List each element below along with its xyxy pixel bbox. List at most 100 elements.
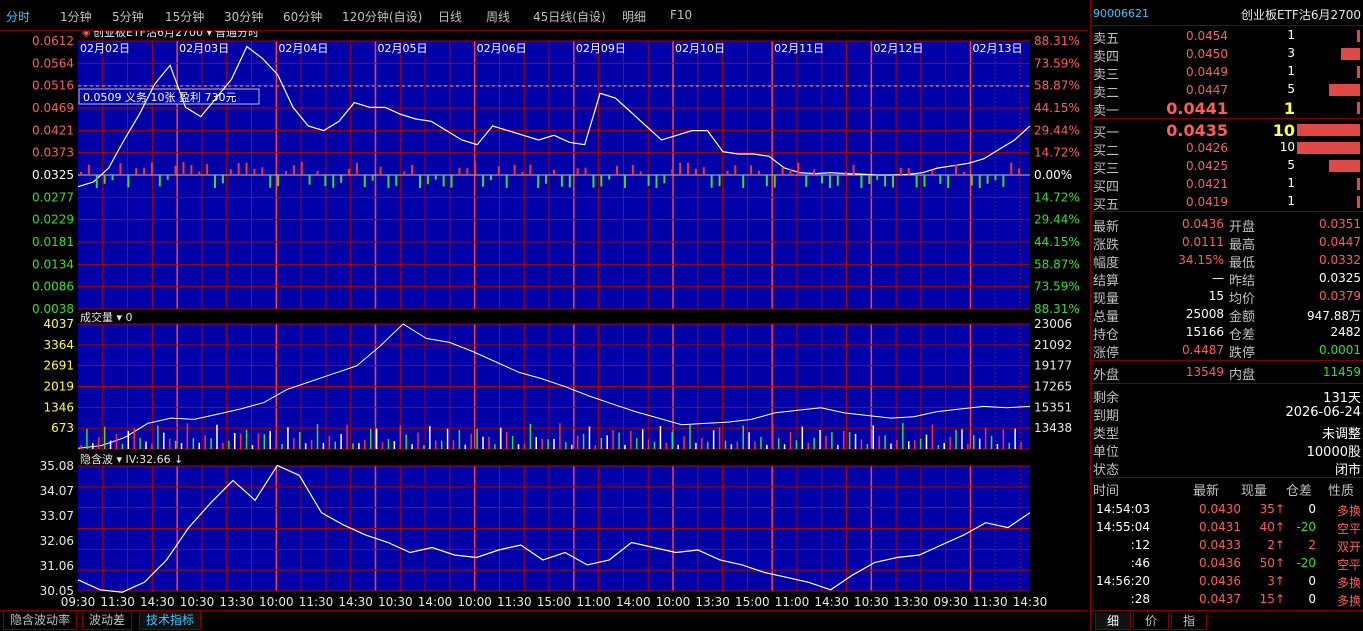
trade-oi-diff: 0 [1308,574,1316,588]
trade-oi-diff: 0 [1308,592,1316,606]
trade-row[interactable]: :46 0.0436 50↑ -20 空平 [1091,554,1363,573]
info-value: 2026-06-24 [1285,405,1361,420]
quote-value: 0.0379 [1319,289,1361,303]
date-label: 02月06日 [477,42,527,55]
price-tick: 0.0038 [32,302,74,316]
trade-list-header: 时间 最新 现量 仓差 性质 [1091,480,1363,499]
trade-oi-diff: 2 [1308,538,1316,552]
ask-row-1[interactable]: 卖一 0.0441 1 [1091,99,1363,119]
ask-row-2[interactable]: 卖二 0.0447 5 [1091,81,1363,101]
volume-tick: 2019 [43,380,74,394]
bid-volume: 1 [1287,176,1295,190]
trade-nature: 多换 [1336,576,1361,590]
period-tab-4[interactable]: 30分钟 [224,8,263,25]
ask-volume: 3 [1287,46,1295,60]
trade-header-cell: 现量 [1241,484,1268,499]
trade-nature: 双开 [1336,540,1361,554]
volume-tick: 673 [51,421,74,435]
period-tab-3[interactable]: 15分钟 [165,8,204,25]
time-tick: 10:30 [180,595,215,609]
period-tab-6[interactable]: 120分钟(自设) [342,8,422,25]
side-tab-1[interactable]: 价 [1133,613,1169,630]
trade-row[interactable]: :12 0.0433 2↑ 2 双开 [1091,536,1363,555]
ask-row-4[interactable]: 卖四 0.0450 3 [1091,45,1363,65]
trade-time: :12 [1130,538,1150,552]
quote-value: 34.15% [1178,253,1224,267]
bid-volume-bar [1356,196,1360,208]
side-tab-0[interactable]: 细 [1095,613,1131,630]
outer-label: 外盘 [1093,368,1120,383]
divider [1091,118,1363,119]
price-tick: 0.0277 [32,190,74,204]
period-tab-1[interactable]: 1分钟 [60,8,92,25]
time-tick: 10:30 [378,595,413,609]
ask-row-5[interactable]: 卖五 0.0454 1 [1091,27,1363,47]
trade-row[interactable]: 14:55:04 0.0431 40↑ -20 空平 [1091,518,1363,537]
period-tab-9[interactable]: 45日线(自设) [533,8,606,25]
divider [1091,211,1363,212]
bid-price: 0.0419 [1186,195,1228,209]
bid-row-4[interactable]: 买四 0.0421 1 [1091,175,1363,195]
oi-tick: 21092 [1034,338,1072,352]
pct-tick: 88.31% [1034,34,1080,48]
iv-title[interactable]: 隐含波 ▾ IV:32.66 ↓ [80,452,183,466]
period-tab-5[interactable]: 60分钟 [283,8,322,25]
trade-row[interactable]: 14:54:03 0.0430 35↑ 0 多换 [1091,500,1363,519]
trade-time: :46 [1130,556,1150,570]
trade-header-cell: 仓差 [1286,484,1313,499]
trade-price: 0.0436 [1199,556,1241,570]
trade-row[interactable]: :28 0.0437 15↑ 0 多换 [1091,590,1363,609]
date-label: 02月12日 [873,42,923,55]
oi-tick: 13438 [1034,421,1072,435]
quote-row: 现量 15 均价 0.0379 [1091,287,1363,307]
date-label: 02月13日 [973,42,1023,55]
bid-row-2[interactable]: 买二 0.0426 10 [1091,139,1363,159]
quote-row: 持仓 15166 仓差 2482 [1091,323,1363,343]
divider [1091,383,1363,384]
period-tab-10[interactable]: 明细 [622,8,646,25]
ask-row-3[interactable]: 卖三 0.0449 1 [1091,63,1363,83]
info-row: 到期 2026-06-24 [1091,404,1363,424]
bid-row-5[interactable]: 买五 0.0419 1 [1091,193,1363,213]
indicator-tab-2[interactable]: 技术指标 [139,612,202,630]
contract-name: 创业板ETF沽6月2700 [1241,8,1361,22]
bid-row-1[interactable]: 买一 0.0435 10 [1091,121,1363,141]
period-tab-0[interactable]: 分时 [6,8,30,25]
quote-value: 0.0332 [1319,253,1361,267]
trade-price: 0.0430 [1199,502,1241,516]
quote-value: — [1212,271,1224,285]
chart-area[interactable]: 0.0612 0.0564 0.0516 0.0469 0.0421 0.0373 0.03… [0,31,1088,610]
symbol-label[interactable]: 创业板ETF沽6月2700 ▾ [93,31,212,39]
info-label: 状态 [1093,463,1120,478]
contract-code: 90006621 [1093,7,1149,20]
chart-svg[interactable]: 0.0612 0.0564 0.0516 0.0469 0.0421 0.0373 0.03… [0,31,1088,610]
bid-volume: 10 [1279,140,1295,154]
trade-header-cell: 时间 [1093,484,1120,499]
bid-volume-bar [1297,142,1360,154]
period-tab-2[interactable]: 5分钟 [112,8,144,25]
trade-nature: 多换 [1336,504,1361,518]
period-tab-7[interactable]: 日线 [438,8,462,25]
period-tab-8[interactable]: 周线 [486,8,510,25]
side-tab-2[interactable]: 指 [1171,613,1207,630]
trade-time: :28 [1130,592,1150,606]
trade-oi-diff: 0 [1308,502,1316,516]
volume-tick: 2691 [43,359,74,373]
indicator-tab-1[interactable]: 波动差 [82,612,133,630]
trade-row[interactable]: 14:56:20 0.0436 3↑ 0 多换 [1091,572,1363,591]
date-label: 02月10日 [675,42,725,55]
outer-value: 13549 [1185,365,1224,379]
ask-price: 0.0449 [1186,65,1228,79]
time-tick: 11:00 [576,595,611,609]
price-tick: 0.0134 [32,257,74,271]
info-row: 类型 未调整 [1091,422,1363,442]
volume-title[interactable]: 成交量 ▾ 0 [80,310,133,324]
period-tab-11[interactable]: F10 [670,8,692,22]
iv-tick: 31.06 [40,559,74,573]
indicator-tab-0[interactable]: 隐含波动率 [3,612,78,630]
quote-row: 总量 25008 金额 947.88万 [1091,305,1363,325]
info-row: 单位 10000股 [1091,440,1363,460]
trade-nature: 空平 [1336,522,1361,536]
iv-tick: 35.08 [40,459,74,473]
bid-row-3[interactable]: 买三 0.0425 5 [1091,157,1363,177]
